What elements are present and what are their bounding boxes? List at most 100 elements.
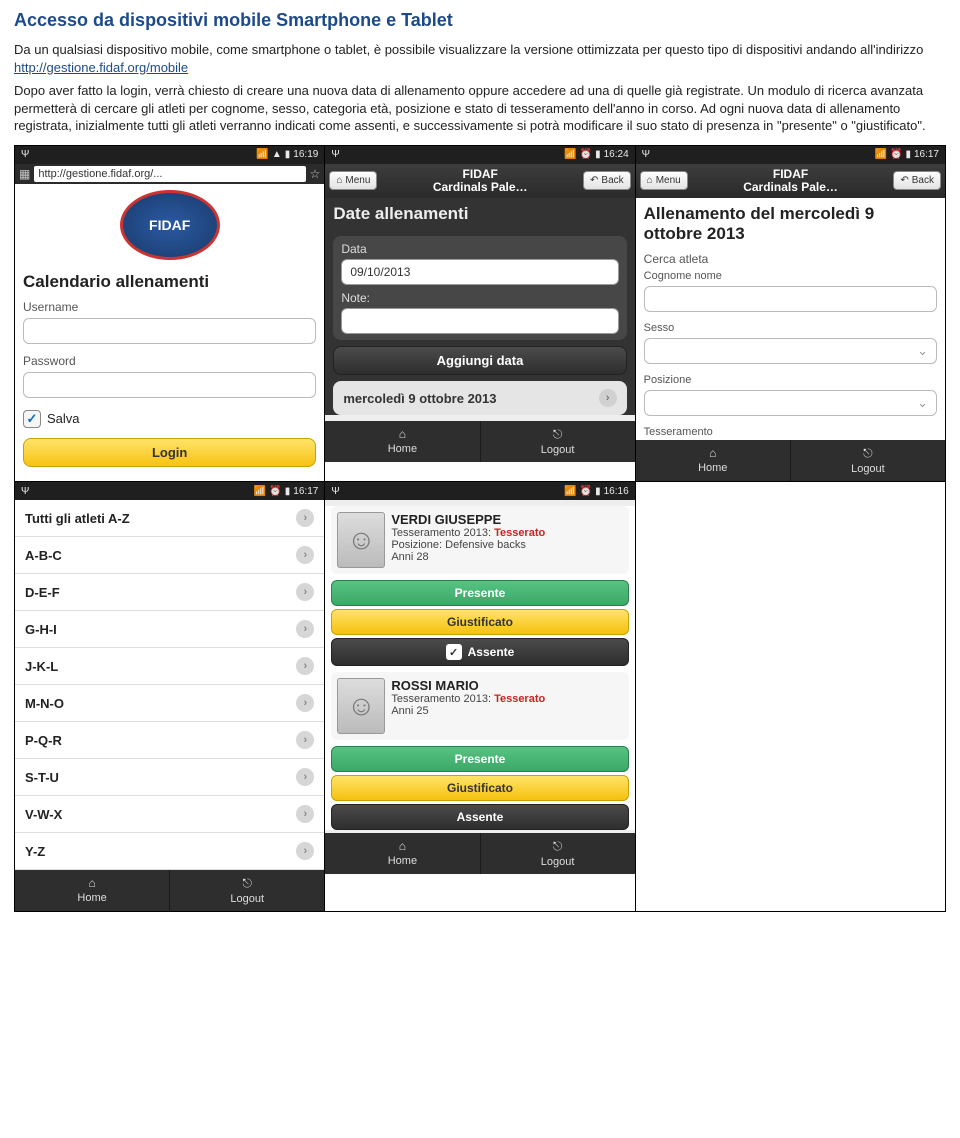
chevron-down-icon: ⌄ (917, 395, 928, 411)
sesso-select[interactable]: ⌄ (644, 338, 937, 364)
athlete-age: Anni 25 (391, 705, 622, 717)
mobile-url-link[interactable]: http://gestione.fidaf.org/mobile (14, 60, 188, 75)
home-icon: ⌂ (336, 175, 342, 186)
alarm-icon: ⏰ (580, 149, 592, 160)
clock: 16:17 (293, 486, 318, 497)
login-button[interactable]: Login (23, 438, 316, 467)
az-row[interactable]: S-T-U› (15, 759, 324, 796)
date-input[interactable]: 09/10/2013 (341, 259, 618, 285)
az-header[interactable]: Tutti gli atleti A-Z › (15, 500, 324, 537)
athlete-age: Anni 28 (391, 551, 622, 563)
giustificato-button[interactable]: Giustificato (331, 609, 628, 635)
chevron-right-icon: › (599, 389, 617, 407)
save-checkbox[interactable]: ✓ (23, 410, 41, 428)
assente-button[interactable]: Assente (331, 804, 628, 830)
home-button[interactable]: ⌂Home (325, 833, 480, 874)
screen-title: Allenamento del mercoledì 9 ottobre 2013 (636, 198, 945, 250)
screen-title: Date allenamenti (325, 198, 634, 230)
fidaf-logo: FIDAF (120, 190, 220, 260)
app-header: ⌂Menu FIDAFCardinals Pale… ↶Back (325, 164, 634, 198)
giustificato-button[interactable]: Giustificato (331, 775, 628, 801)
az-row[interactable]: J-K-L› (15, 648, 324, 685)
status-bar: Ψ 📶 ⏰ ▮ 16:24 (325, 146, 634, 164)
logout-icon: ⎋ (863, 446, 873, 461)
home-icon: ⌂ (709, 446, 716, 460)
signal-icon: 📶 (564, 486, 576, 497)
intro-text-1: Da un qualsiasi dispositivo mobile, come… (14, 42, 923, 57)
username-input[interactable] (23, 318, 316, 344)
az-row[interactable]: G-H-I› (15, 611, 324, 648)
username-label: Username (15, 298, 324, 316)
back-button[interactable]: ↶Back (583, 171, 631, 190)
chevron-right-icon: › (296, 583, 314, 601)
signal-icon: 📶 (564, 149, 576, 160)
page-icon: ▦ (19, 167, 30, 181)
sesso-label: Sesso (636, 320, 945, 336)
az-row[interactable]: D-E-F› (15, 574, 324, 611)
check-icon: ✓ (446, 644, 462, 660)
screen-dates: Ψ 📶 ⏰ ▮ 16:24 ⌂Menu FIDAFCardinals Pale…… (325, 146, 634, 462)
note-input[interactable] (341, 308, 618, 334)
home-icon: ⌂ (88, 876, 95, 890)
empty-cell (636, 482, 945, 802)
header-title: FIDAFCardinals Pale… (377, 168, 583, 194)
cognome-input[interactable] (644, 286, 937, 312)
status-bar: Ψ 📶 ⏰ ▮ 16:17 (636, 146, 945, 164)
az-row[interactable]: Y-Z› (15, 833, 324, 870)
chevron-down-icon: ⌄ (917, 343, 928, 359)
screenshots-grid: Ψ 📶 ▲ ▮ 16:19 ▦ http://gestione.fidaf.or… (14, 145, 946, 912)
password-input[interactable] (23, 372, 316, 398)
screen-search: Ψ 📶 ⏰ ▮ 16:17 ⌂Menu FIDAFCardinals Pale…… (636, 146, 945, 481)
screen-presence: Ψ 📶 ⏰ ▮ 16:16 ☺ VERDI GIUSEPPE (325, 482, 634, 874)
presente-button[interactable]: Presente (331, 746, 628, 772)
home-icon: ⌂ (399, 427, 406, 441)
training-date-item[interactable]: mercoledì 9 ottobre 2013 › (333, 381, 626, 415)
footer-nav: ⌂Home ⎋Logout (325, 421, 634, 462)
chevron-right-icon: › (296, 768, 314, 786)
bookmark-icon[interactable]: ☆ (310, 167, 321, 181)
usb-icon: Ψ (21, 486, 29, 497)
chevron-right-icon: › (296, 509, 314, 527)
presente-button[interactable]: Presente (331, 580, 628, 606)
menu-button[interactable]: ⌂Menu (329, 171, 377, 190)
back-icon: ↶ (900, 175, 908, 186)
alarm-icon: ⏰ (269, 486, 281, 497)
az-row[interactable]: P-Q-R› (15, 722, 324, 759)
usb-icon: Ψ (21, 149, 29, 160)
az-row[interactable]: A-B-C› (15, 537, 324, 574)
logout-button[interactable]: ⎋Logout (170, 870, 324, 911)
tess-status: Tesserato (494, 527, 545, 539)
tess-status: Tesserato (494, 693, 545, 705)
posizione-select[interactable]: ⌄ (644, 390, 937, 416)
screen-azlist: Ψ 📶 ⏰ ▮ 16:17 Tutti gli atleti A-Z › (15, 482, 324, 911)
home-button[interactable]: ⌂Home (15, 870, 170, 911)
usb-icon: Ψ (331, 486, 339, 497)
tesseramento-label: Tesseramento (636, 424, 945, 440)
clock: 16:19 (293, 149, 318, 160)
menu-button[interactable]: ⌂Menu (640, 171, 688, 190)
intro-paragraph-2: Dopo aver fatto la login, verrà chiesto … (14, 82, 946, 135)
logout-icon: ⎋ (553, 427, 563, 442)
footer-nav: ⌂Home ⎋Logout (636, 440, 945, 481)
logout-button[interactable]: ⎋Logout (481, 833, 635, 874)
alarm-icon: ⏰ (580, 486, 592, 497)
chevron-right-icon: › (296, 620, 314, 638)
az-row[interactable]: V-W-X› (15, 796, 324, 833)
az-row[interactable]: M-N-O› (15, 685, 324, 722)
back-button[interactable]: ↶Back (893, 171, 941, 190)
logout-icon: ⎋ (553, 839, 563, 854)
home-button[interactable]: ⌂Home (636, 440, 791, 481)
home-button[interactable]: ⌂Home (325, 421, 480, 462)
assente-button[interactable]: ✓Assente (331, 638, 628, 666)
chevron-right-icon: › (296, 842, 314, 860)
add-date-button[interactable]: Aggiungi data (333, 346, 626, 375)
date-text: mercoledì 9 ottobre 2013 (343, 391, 496, 406)
logout-button[interactable]: ⎋Logout (791, 440, 945, 481)
chevron-right-icon: › (296, 657, 314, 675)
status-bar: Ψ 📶 ⏰ ▮ 16:17 (15, 482, 324, 500)
clock: 16:24 (604, 149, 629, 160)
logout-button[interactable]: ⎋Logout (481, 421, 635, 462)
password-label: Password (15, 352, 324, 370)
athlete-card: ☺ VERDI GIUSEPPE Tesseramento 2013: Tess… (331, 506, 628, 574)
url-text[interactable]: http://gestione.fidaf.org/... (34, 166, 305, 182)
